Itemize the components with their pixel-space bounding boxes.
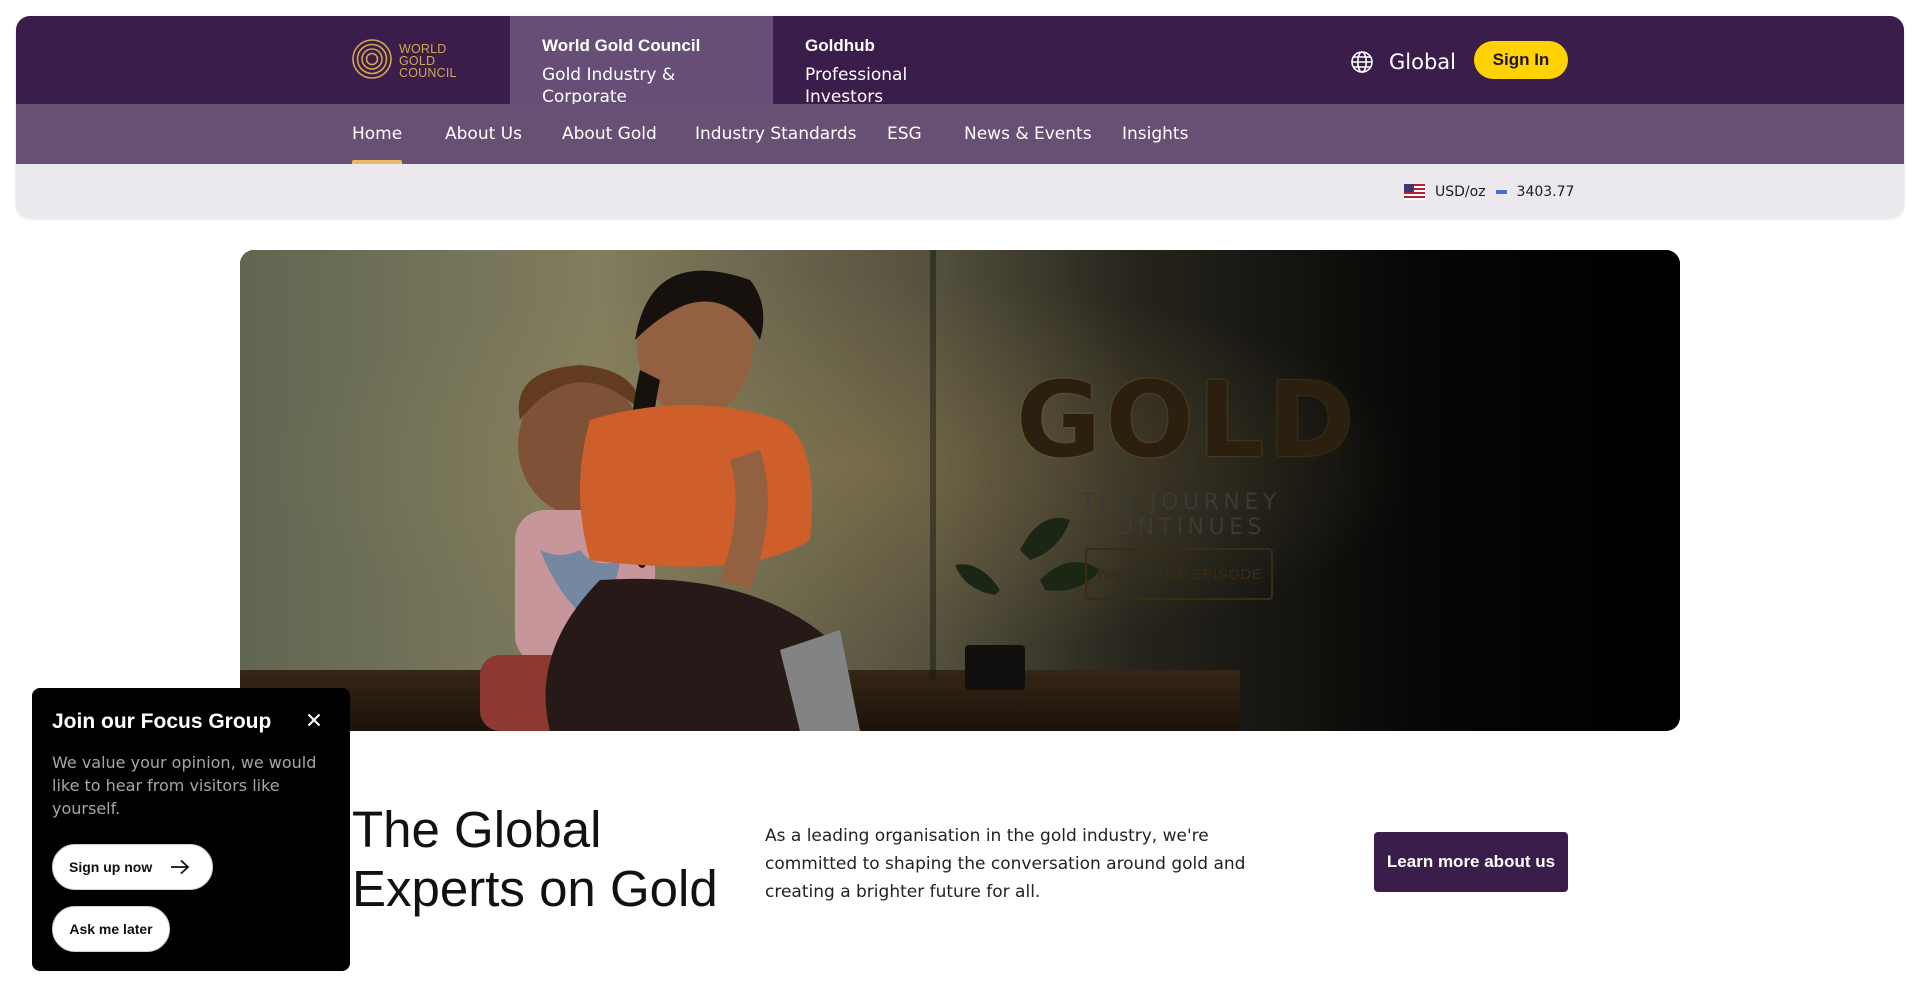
popup-text: We value your opinion, we would like to … (52, 753, 317, 818)
logo-line-council: COUNCIL (399, 66, 457, 80)
close-icon[interactable] (302, 708, 326, 732)
arrow-right-icon (171, 859, 190, 875)
popup-title: Join our Focus Group (52, 710, 272, 733)
rings-logo-icon (352, 39, 392, 79)
gold-price-bar: USD/oz 3403.77 (16, 164, 1904, 218)
close-icon-glyph (307, 713, 321, 727)
price-unit: USD/oz (1435, 184, 1486, 200)
nav-item-news-events[interactable]: News & Events (964, 104, 1092, 164)
dash-icon (1495, 190, 1507, 194)
site-header: WORLD GOLD COUNCIL World Gold Council Go… (16, 16, 1904, 218)
site-tab-subtitle: Professional Investors (805, 65, 908, 107)
hero-banner[interactable]: GOLD THE JOURNEY CONTINUES WATCH THE EPI… (240, 250, 1680, 731)
hero-photo (240, 250, 1680, 731)
watch-episode-button[interactable]: WATCH THE EPISODE (1085, 548, 1273, 600)
sign-in-button[interactable]: Sign In (1474, 41, 1568, 79)
logo-wordmark: WORLD GOLD COUNCIL (399, 43, 457, 80)
nav-item-esg[interactable]: ESG (887, 104, 922, 164)
globe-icon (1351, 51, 1373, 73)
main-nav: Home About Us About Gold Industry Standa… (16, 104, 1904, 164)
gold-price-ticker: USD/oz 3403.77 (1404, 182, 1574, 202)
sign-up-now-label: Sign up now (69, 859, 153, 875)
site-tab-title: Goldhub (805, 36, 875, 55)
site-tab-subtitle: Gold Industry & Corporate (542, 65, 676, 107)
region-label: Global (1389, 50, 1456, 74)
site-tab-title: World Gold Council (542, 36, 701, 55)
price-value: 3403.77 (1516, 184, 1575, 200)
nav-item-insights[interactable]: Insights (1122, 104, 1188, 164)
focus-group-popup: Join our Focus Group We value your opini… (32, 688, 350, 971)
intro-text: As a leading organisation in the gold in… (765, 826, 1246, 902)
learn-more-button[interactable]: Learn more about us (1374, 832, 1568, 892)
sign-up-now-button[interactable]: Sign up now (52, 844, 213, 890)
region-selector[interactable]: Global (1350, 48, 1456, 76)
hero-subtitle: THE JOURNEY CONTINUES (1081, 490, 1281, 540)
intro-heading: The Global Experts on Gold (352, 801, 718, 917)
nav-item-home[interactable]: Home (352, 104, 403, 164)
top-bar: WORLD GOLD COUNCIL World Gold Council Go… (16, 16, 1904, 107)
world-gold-council-logo[interactable]: WORLD GOLD COUNCIL (351, 38, 471, 84)
ask-me-later-button[interactable]: Ask me later (52, 906, 170, 952)
us-flag-icon (1404, 184, 1425, 200)
site-tab-world-gold-council[interactable]: World Gold Council Gold Industry & Corpo… (510, 16, 773, 107)
nav-item-about-us[interactable]: About Us (445, 104, 522, 164)
site-tab-goldhub[interactable]: Goldhub Professional Investors (773, 16, 1003, 107)
nav-item-about-gold[interactable]: About Gold (562, 104, 657, 164)
nav-item-industry-standards[interactable]: Industry Standards (695, 104, 857, 164)
hero-title: GOLD (1016, 359, 1359, 481)
